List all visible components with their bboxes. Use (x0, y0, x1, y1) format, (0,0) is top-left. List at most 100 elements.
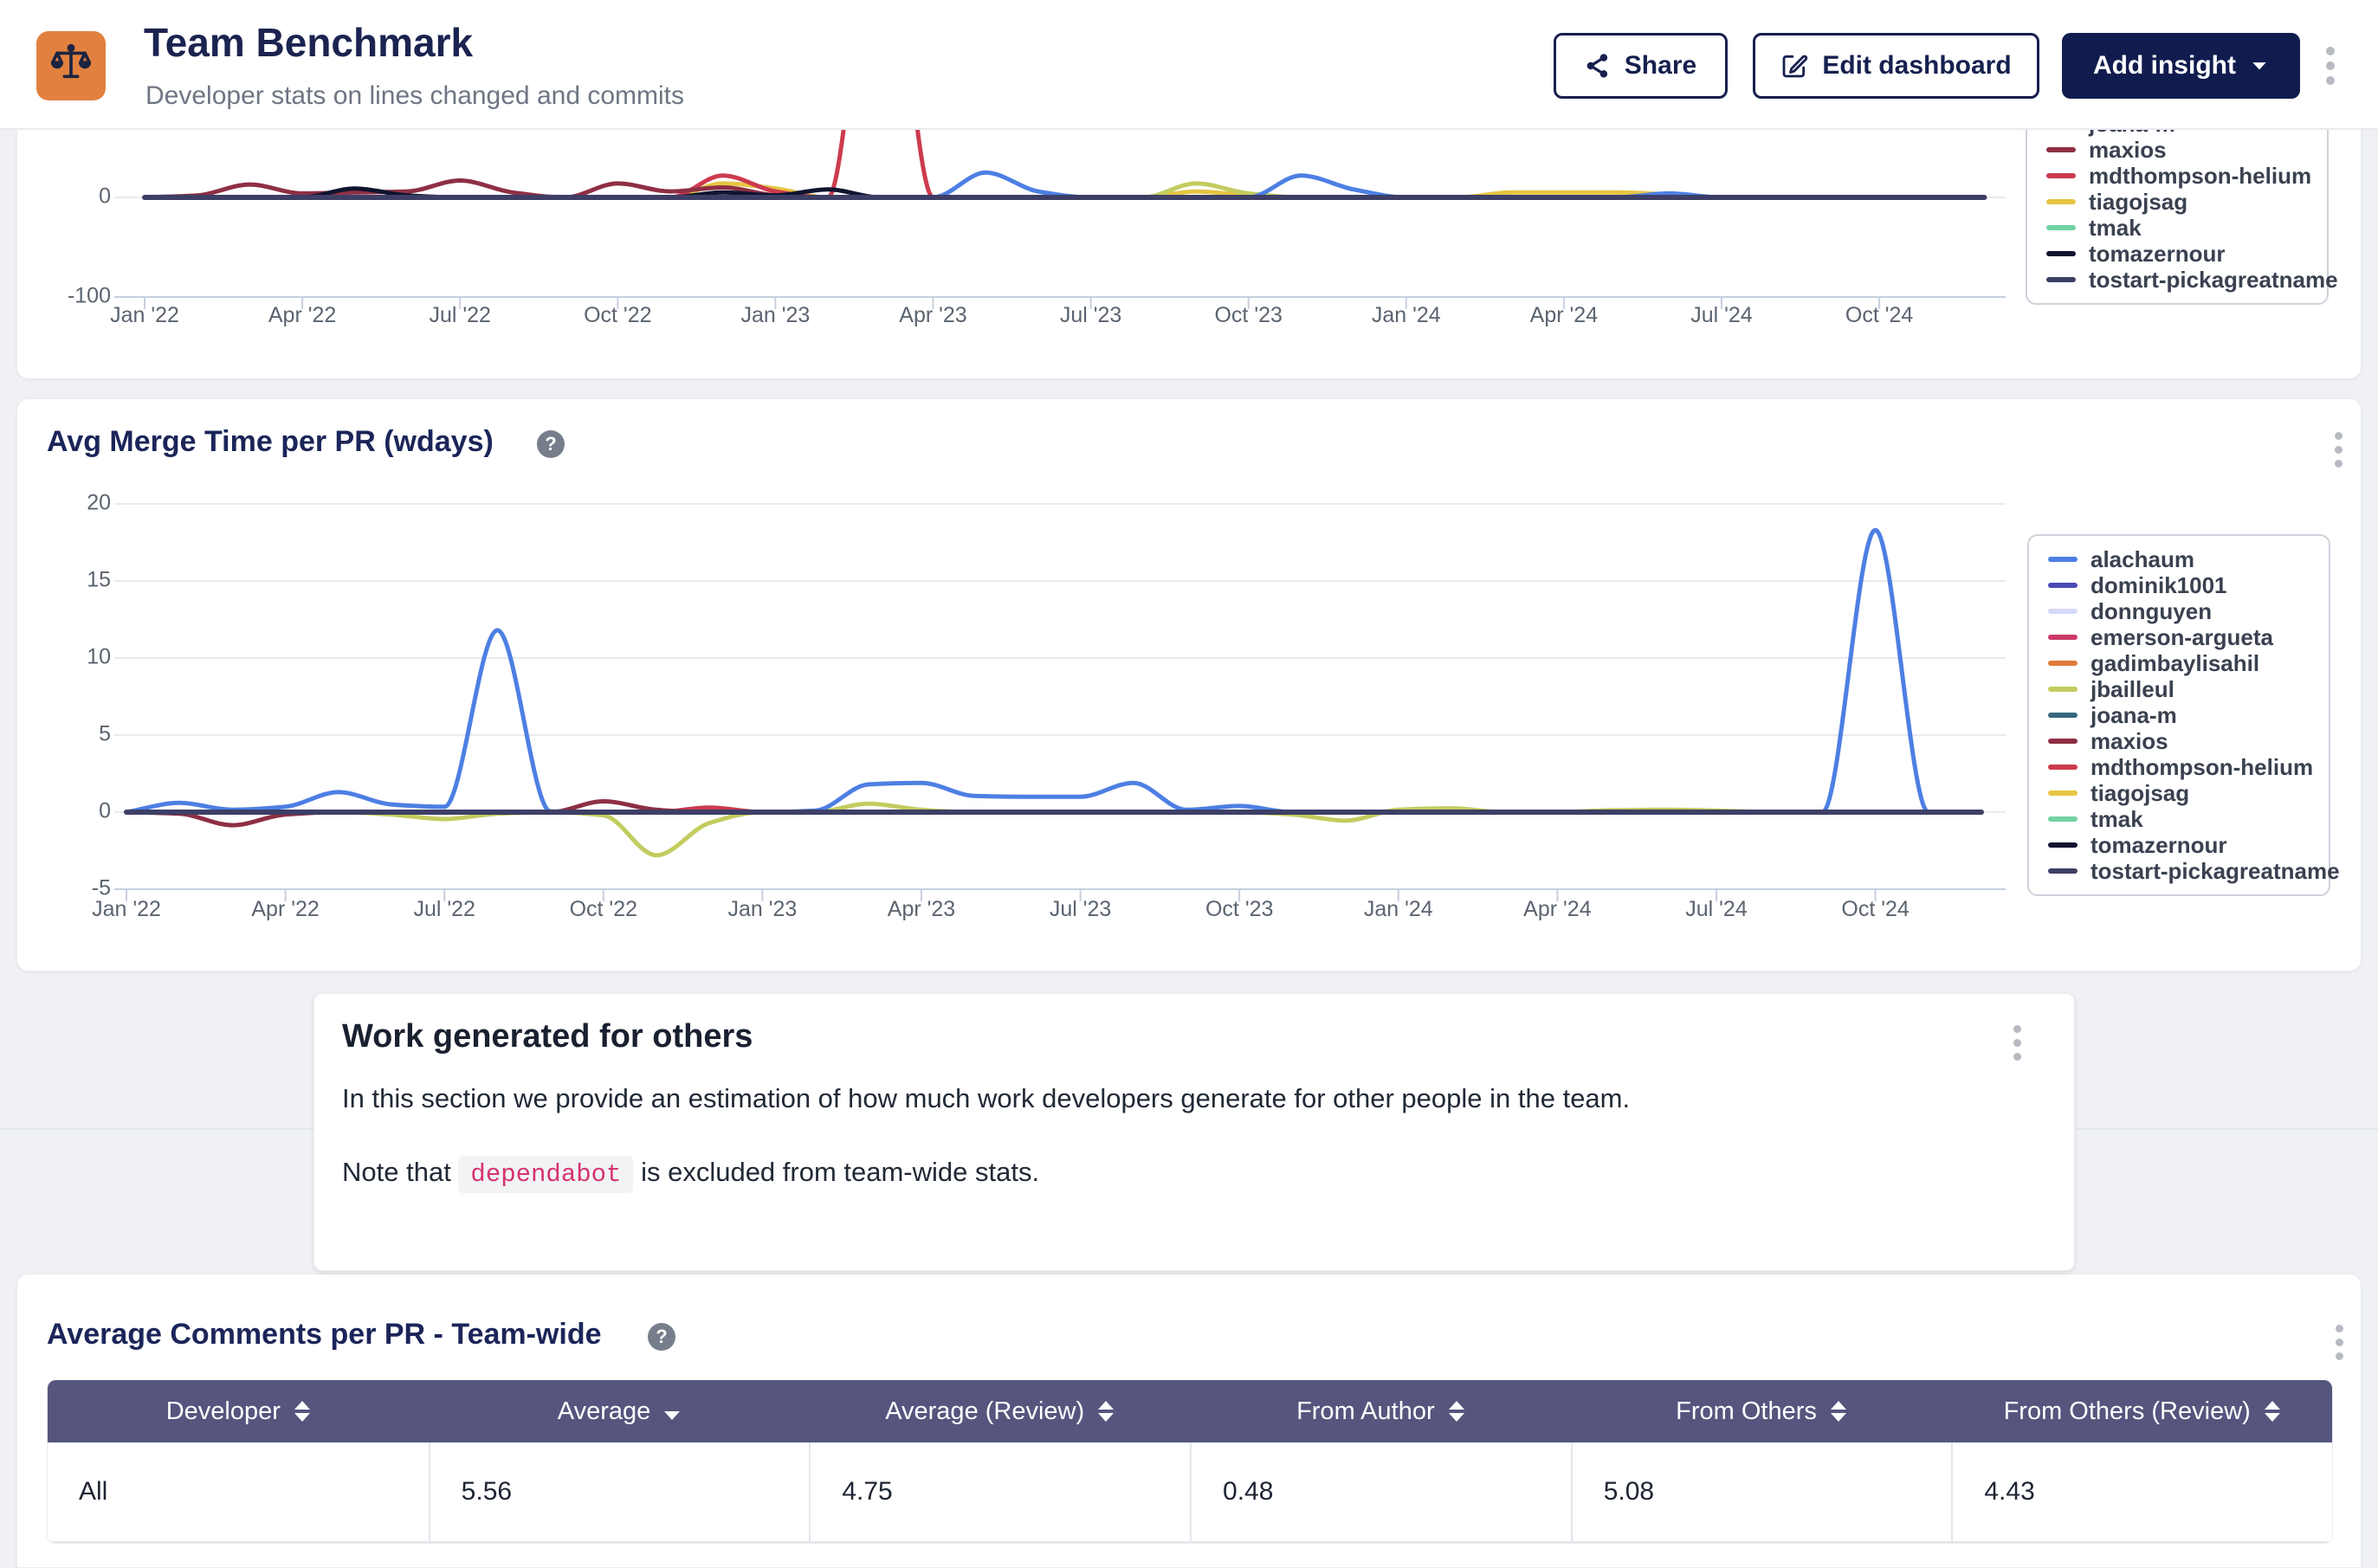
legend-item-maxios[interactable]: maxios (2046, 137, 2327, 163)
edit-dashboard-button[interactable]: Edit dashboard (1753, 33, 2039, 99)
table-cell: 5.08 (1571, 1442, 1952, 1541)
legend-swatch (2048, 661, 2078, 666)
chart-kebab-menu[interactable] (2335, 432, 2342, 468)
legend-label: tomazernour (2090, 832, 2226, 859)
legend-label: alachaum (2090, 546, 2194, 573)
x-axis-label: Jul '22 (413, 897, 475, 921)
legend-item-tmak[interactable]: tmak (2048, 806, 2329, 832)
table-cell: 4.43 (1951, 1442, 2332, 1541)
table-cell: 4.75 (809, 1442, 1190, 1541)
share-button-label: Share (1625, 51, 1696, 81)
legend-label: dominik1001 (2090, 572, 2227, 599)
legend-item-joana-m[interactable]: joana-m (2048, 702, 2329, 728)
column-header-label: Average (Review) (885, 1397, 1084, 1426)
column-header-average[interactable]: Average (429, 1380, 810, 1442)
legend-label: tostart-pickagreatname (2089, 267, 2338, 294)
series-line-alachaum (145, 172, 1985, 197)
legend-swatch (2048, 609, 2078, 614)
column-header-from-author[interactable]: From Author (1190, 1380, 1571, 1442)
chart-title: Avg Merge Time per PR (wdays) (47, 425, 494, 459)
x-axis-label: Apr '24 (1523, 897, 1592, 921)
sort-icon (2265, 1401, 2280, 1422)
column-header-from-others-review[interactable]: From Others (Review) (1951, 1380, 2332, 1442)
legend-swatch (2048, 635, 2078, 640)
header-kebab-menu[interactable] (2326, 47, 2335, 85)
column-header-developer[interactable]: Developer (48, 1380, 429, 1442)
y-axis-label: 20 (87, 491, 111, 515)
legend-swatch (2048, 583, 2078, 588)
share-button[interactable]: Share (1554, 33, 1728, 99)
legend-label: gadimbaylisahil (2090, 650, 2259, 677)
chart-svg: 20151050-5Jan '22Apr '22Jul '22Oct '22Ja… (17, 473, 2362, 958)
legend-label: mdthompson-helium (2090, 754, 2313, 781)
legend-item-tiagojsag[interactable]: tiagojsag (2046, 189, 2327, 215)
legend-item-tiagojsag[interactable]: tiagojsag (2048, 780, 2329, 806)
legend-swatch (2046, 147, 2076, 152)
add-insight-button[interactable]: Add insight (2062, 33, 2300, 99)
sort-icon (1098, 1401, 1114, 1422)
table-row: All5.564.750.485.084.43 (48, 1442, 2332, 1543)
note-prefix: Note that (342, 1157, 458, 1187)
edit-dashboard-button-label: Edit dashboard (1822, 51, 2011, 81)
legend-label: jbailleul (2090, 676, 2174, 703)
avg-comments-table: DeveloperAverage Average (Review) From Aut… (47, 1380, 2333, 1544)
series-line-alachaum (126, 530, 1981, 812)
legend-item-tostart-pickagreatname[interactable]: tostart-pickagreatname (2048, 858, 2329, 884)
chevron-down-icon (2250, 56, 2269, 75)
work-generated-title: Work generated for others (342, 1018, 753, 1055)
legend-item-maxios[interactable]: maxios (2048, 728, 2329, 754)
legend-item-emerson-argueta[interactable]: emerson-argueta (2048, 624, 2329, 650)
column-header-average-review[interactable]: Average (Review) (809, 1380, 1190, 1442)
help-icon[interactable]: ? (537, 430, 565, 458)
legend-swatch (2048, 713, 2078, 718)
legend-swatch (2048, 868, 2078, 874)
x-axis-label: Jul '22 (429, 303, 490, 327)
legend-item-mdthompson-helium[interactable]: mdthompson-helium (2048, 754, 2329, 780)
legend-label: emerson-argueta (2090, 624, 2273, 651)
legend-item-alachaum[interactable]: alachaum (2048, 546, 2329, 572)
edit-icon (1780, 52, 1808, 80)
page-subtitle: Developer stats on lines changed and com… (145, 81, 684, 111)
legend-item-gadimbaylisahil[interactable]: gadimbaylisahil (2048, 650, 2329, 676)
column-header-from-others[interactable]: From Others (1571, 1380, 1952, 1442)
column-header-label: From Others (Review) (2004, 1397, 2251, 1426)
x-axis-label: Jul '24 (1690, 303, 1753, 327)
legend-item-dominik1001[interactable]: dominik1001 (2048, 572, 2329, 598)
chart-legend: alachaumdominik1001donnguyenemerson-argu… (2026, 130, 2329, 305)
x-axis-label: Apr '23 (888, 897, 955, 921)
dashboard-logo (36, 31, 106, 100)
table-title: Average Comments per PR - Team-wide (47, 1318, 602, 1352)
x-axis-label: Jan '23 (740, 303, 810, 327)
legend-label: donnguyen (2090, 598, 2212, 625)
table-kebab-menu[interactable] (2336, 1325, 2343, 1360)
y-axis-label: 10 (87, 645, 111, 669)
legend-item-mdthompson-helium[interactable]: mdthompson-helium (2046, 163, 2327, 189)
work-generated-paragraph: In this section we provide an estimation… (342, 1083, 1630, 1114)
x-axis-label: Oct '22 (570, 897, 637, 921)
work-card-kebab-menu[interactable] (2013, 1025, 2021, 1061)
legend-label: mdthompson-helium (2089, 163, 2311, 190)
legend-swatch (2048, 765, 2078, 770)
x-axis-label: Apr '22 (268, 303, 336, 327)
legend-item-tomazernour[interactable]: tomazernour (2048, 832, 2329, 858)
balance-scale-icon (48, 42, 94, 91)
legend-swatch (2048, 842, 2078, 848)
legend-swatch (2048, 687, 2078, 692)
legend-label: joana-m (2090, 702, 2177, 729)
avg-merge-time-chart-card: Avg Merge Time per PR (wdays) ? 20151050… (16, 398, 2362, 971)
table-body: All5.564.750.485.084.43 (48, 1442, 2332, 1543)
legend-item-jbailleul[interactable]: jbailleul (2048, 676, 2329, 702)
x-axis-label: Apr '23 (899, 303, 966, 327)
legend-item-donnguyen[interactable]: donnguyen (2048, 598, 2329, 624)
legend-item-tmak[interactable]: tmak (2046, 215, 2327, 241)
legend-item-tostart-pickagreatname[interactable]: tostart-pickagreatname (2046, 267, 2327, 293)
lines-changed-chart-card: 0-100Jan '22Apr '22Jul '22Oct '22Jan '23… (16, 130, 2362, 379)
help-icon[interactable]: ? (648, 1323, 675, 1351)
work-generated-card: Work generated for others In this sectio… (313, 993, 2075, 1271)
sort-icon (294, 1401, 310, 1422)
legend-item-tomazernour[interactable]: tomazernour (2046, 241, 2327, 267)
legend-label: tmak (2090, 806, 2143, 833)
x-axis-label: Jan '22 (92, 897, 161, 921)
legend-swatch (2046, 173, 2076, 178)
chart-legend: alachaumdominik1001donnguyenemerson-argu… (2027, 534, 2330, 896)
